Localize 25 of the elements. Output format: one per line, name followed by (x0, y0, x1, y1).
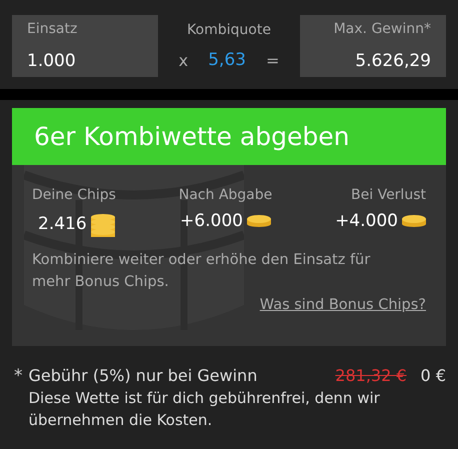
equals-sign: = (266, 50, 280, 70)
chips-value: 2.416 (38, 214, 87, 234)
fee-price: 0 € (420, 366, 446, 385)
max-win-value: 5.626,29 (355, 51, 431, 71)
chips-value: +4.000 (335, 211, 398, 231)
old-fee: 281,32 € (335, 366, 407, 385)
max-win-label: Max. Gewinn* (334, 21, 431, 37)
fee-note: Diese Wette ist für dich gebührenfrei, denn wir übernehmen die Kosten. (28, 388, 381, 431)
coin-icon (402, 215, 426, 227)
bonus-chips-link[interactable]: Was sind Bonus Chips? (260, 297, 426, 313)
hint-text: Kombiniere weiter oder erhöhe den Einsatz für mehr Bonus Chips. (32, 251, 372, 292)
odds-label: Kombiquote (187, 22, 271, 38)
chips-label: Nach Abgabe (178, 187, 272, 203)
coin-icon (246, 215, 271, 227)
chips-label: Bei Verlust (351, 187, 426, 203)
fee-label: Gebühr (5%) nur bei Gewinn (28, 366, 258, 385)
stake-label: Einsatz (27, 21, 78, 37)
stake-field[interactable]: Einsatz 1.000 (12, 15, 158, 77)
odds-value: 5,63 (208, 50, 246, 70)
stake-value: 1.000 (27, 51, 76, 71)
multiply-sign: x (178, 50, 188, 70)
coin-stack-icon (90, 211, 115, 237)
chips-label: Deine Chips (32, 187, 116, 203)
chips-value: +6.000 (180, 211, 243, 231)
asterisk: * (14, 366, 22, 388)
